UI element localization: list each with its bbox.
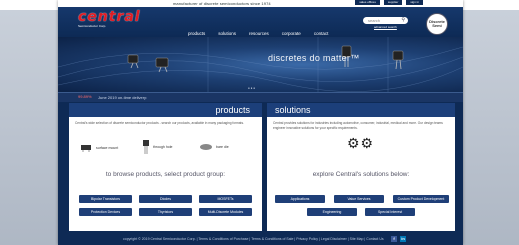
search-placeholder: search [368, 18, 381, 23]
nav-corporate[interactable]: corporate [282, 31, 301, 36]
nav-solutions[interactable]: solutions [218, 31, 236, 36]
bare-die-icon [200, 144, 212, 150]
delivery-stat-label: June 2019 on-time delivery: [98, 95, 148, 100]
btn-engineering[interactable]: Engineering [307, 208, 357, 216]
solutions-prompt: explore Central's solutions below: [312, 171, 410, 178]
surface-mount-icon [81, 145, 91, 152]
products-prompt: to browse products, select product group… [105, 171, 226, 178]
delivery-stat-value: 99.89% [78, 94, 92, 99]
search-input[interactable]: search ⚲ [363, 17, 408, 24]
hero-banner[interactable]: discretes do matter™ ● ● ● [58, 37, 463, 92]
delivery-stat-bar: June 2019 on-time delivery: 99.89% [58, 92, 463, 102]
btn-protection-devices[interactable]: Protection Devices [79, 208, 132, 216]
btn-diodes[interactable]: Diodes [139, 195, 192, 203]
hero-artwork [58, 37, 463, 92]
footer-links[interactable]: copyright © 2019 Central Semiconductor C… [123, 237, 384, 241]
btn-special-interest[interactable]: Special Interest [365, 208, 415, 216]
package-surface-mount-label: surface mount [96, 146, 119, 150]
hero-carousel-dots[interactable]: ● ● ● [248, 86, 255, 90]
browser-page: manufacturer of discrete semiconductors … [0, 0, 519, 245]
linkedin-icon[interactable]: in [400, 236, 406, 242]
package-through-hole[interactable]: through hole [142, 140, 172, 154]
top-link-sign-in[interactable]: sign in [406, 0, 423, 5]
package-bare-die-label: bare die [216, 144, 229, 149]
package-surface-mount[interactable]: surface mount [79, 144, 118, 152]
through-hole-icon [143, 140, 149, 154]
package-types: surface mount through hole bare die [69, 140, 262, 156]
hero-title: discretes do matter™ [268, 53, 360, 63]
advanced-search-link[interactable]: advanced search [374, 25, 397, 29]
facebook-icon[interactable]: f [391, 236, 397, 242]
solutions-heading: solutions [267, 103, 455, 117]
products-description: Central's wide selection of discrete sem… [75, 121, 244, 125]
top-strip: manufacturer of discrete semiconductors … [58, 0, 463, 7]
site-header: central Semiconductor Corp. search ⚲ adv… [58, 7, 463, 37]
products-panel: products Central's wide selection of dis… [69, 103, 262, 231]
discrete-semi-badge: Discrete Semi [426, 13, 448, 35]
solutions-description: Central provides solutions for industrie… [273, 121, 443, 130]
top-link-supplier[interactable]: supplier [383, 0, 403, 5]
btn-mosfets[interactable]: MOSFETs [199, 195, 252, 203]
products-heading: products [69, 103, 262, 117]
search-icon[interactable]: ⚲ [401, 17, 405, 24]
package-bare-die[interactable]: bare die [199, 142, 229, 151]
nav-products[interactable]: products [188, 31, 205, 36]
btn-applications[interactable]: Applications [275, 195, 325, 203]
badge-text: Discrete Semi [429, 19, 445, 28]
logo-wordmark: central [78, 9, 141, 25]
top-links: sales offices supplier sign in [355, 0, 423, 5]
top-link-sales-offices[interactable]: sales offices [355, 0, 380, 5]
nav-contact[interactable]: contact [314, 31, 329, 36]
btn-value-services[interactable]: Value Services [334, 195, 384, 203]
package-through-hole-label: through hole [153, 145, 173, 149]
btn-custom-product-development[interactable]: Custom Product Development [393, 195, 449, 203]
tagline: manufacturer of discrete semiconductors … [173, 1, 271, 6]
gears-icon: ⚙⚙ [347, 135, 375, 151]
central-logo[interactable]: central Semiconductor Corp. [78, 9, 141, 28]
site-frame: manufacturer of discrete semiconductors … [58, 0, 463, 245]
btn-bipolar-transistors[interactable]: Bipolar Transistors [79, 195, 132, 203]
solutions-panel: solutions Central provides solutions for… [267, 103, 455, 231]
btn-thyristors[interactable]: Thyristors [139, 208, 192, 216]
delivery-stat: June 2019 on-time delivery: 99.89% [78, 94, 147, 100]
main-nav: products solutions resources corporate c… [188, 31, 328, 36]
btn-multi-discrete-modules[interactable]: Multi-Discrete Modules [199, 208, 252, 216]
site-footer: copyright © 2019 Central Semiconductor C… [58, 233, 463, 245]
nav-resources[interactable]: resources [249, 31, 269, 36]
